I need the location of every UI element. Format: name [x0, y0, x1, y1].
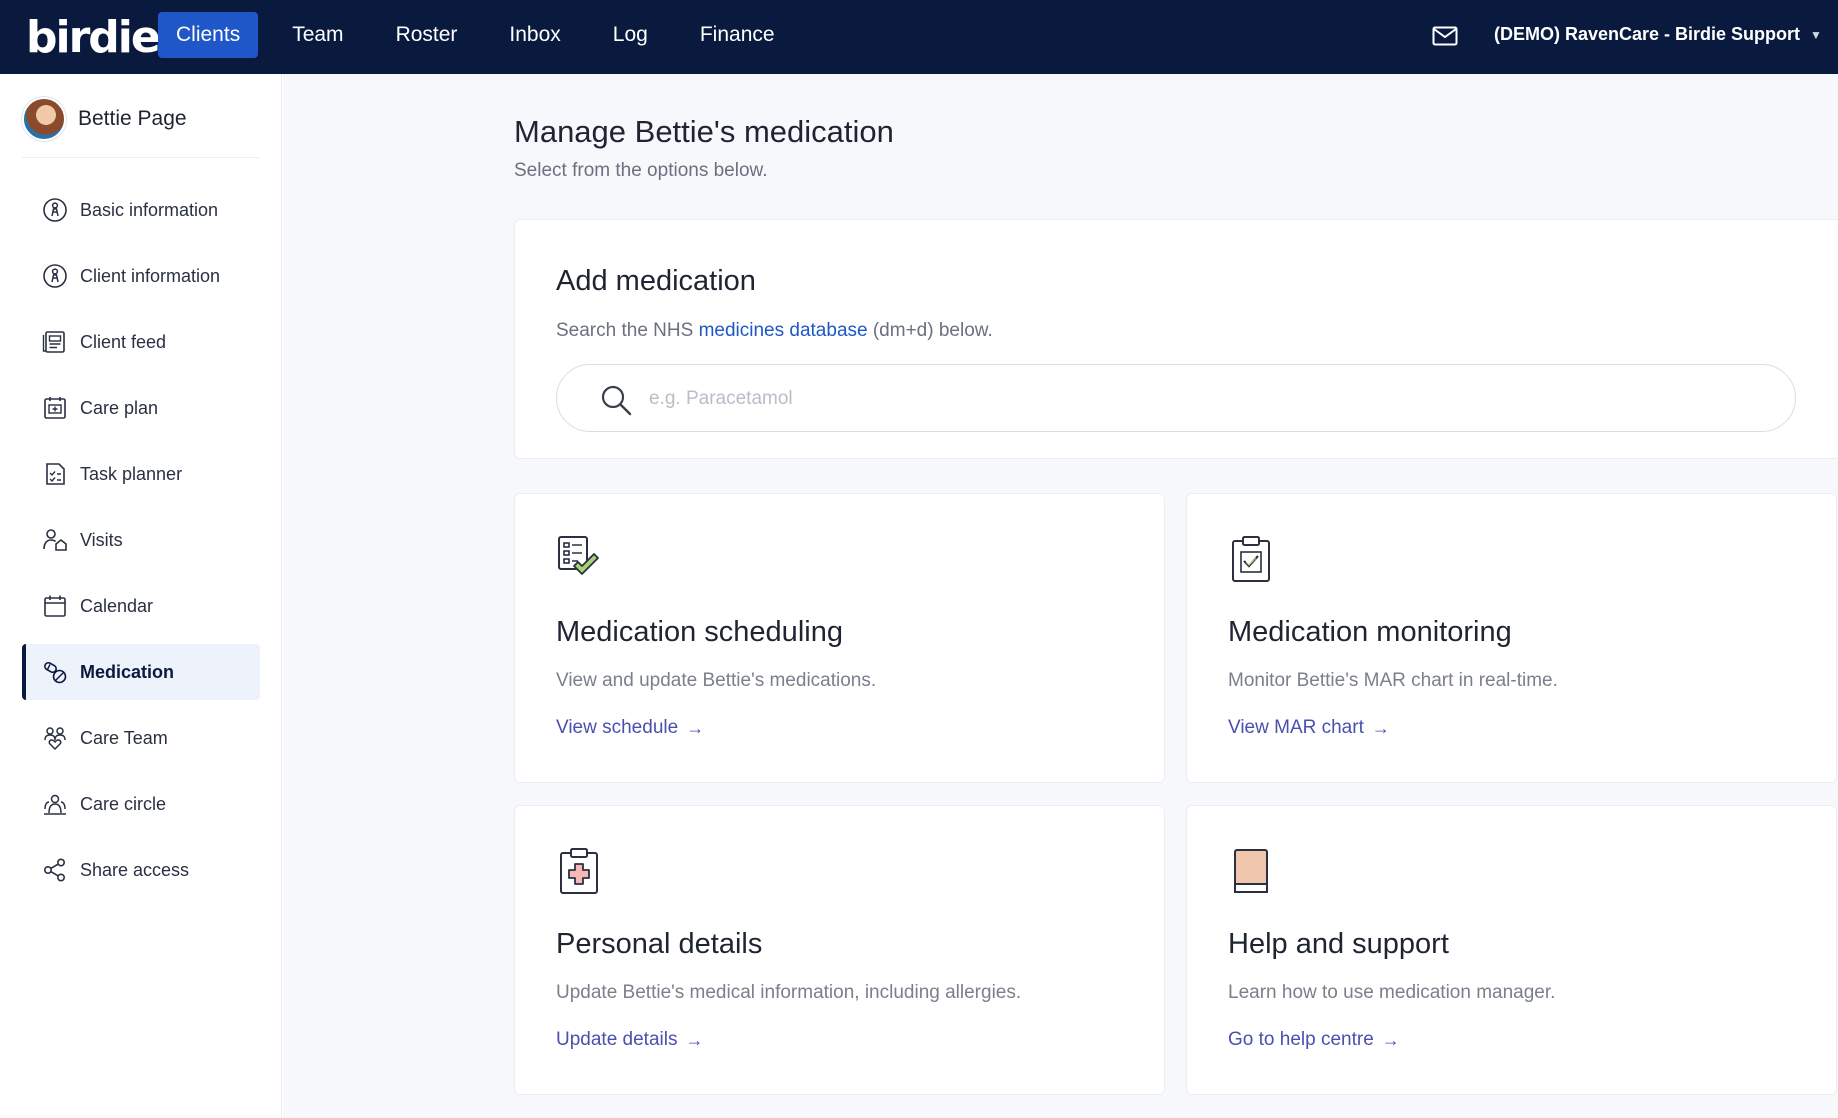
- help-centre-link[interactable]: Go to help centre →: [1228, 1029, 1400, 1051]
- update-details-link[interactable]: Update details →: [556, 1029, 703, 1051]
- view-schedule-link[interactable]: View schedule →: [556, 717, 704, 739]
- page-title: Manage Bettie's medication: [514, 114, 894, 149]
- sidebar-item-label: Medication: [80, 661, 175, 682]
- nav-clients[interactable]: Clients: [158, 12, 259, 58]
- main-content: Manage Bettie's medication Select from t…: [283, 74, 1838, 1118]
- sidebar-item-care-circle[interactable]: Care circle: [22, 776, 260, 832]
- medical-clipboard-icon: [560, 848, 598, 894]
- client-name: Bettie Page: [78, 106, 187, 130]
- view-mar-chart-link[interactable]: View MAR chart →: [1228, 717, 1390, 739]
- sidebar-item-visits[interactable]: Visits: [22, 512, 260, 568]
- tile-title: Medication monitoring: [1228, 616, 1512, 648]
- tile-description: View and update Bettie's medications.: [556, 670, 877, 691]
- top-navigation-bar: birdie Clients Team Roster Inbox Log Fin…: [0, 0, 1838, 74]
- client-header[interactable]: Bettie Page: [22, 94, 260, 158]
- birdie-logo[interactable]: birdie: [26, 12, 161, 63]
- nav-log[interactable]: Log: [595, 12, 666, 58]
- account-switcher[interactable]: (DEMO) RavenCare - Birdie Support ▼: [1494, 24, 1822, 45]
- clipboard-check-icon: [1232, 536, 1270, 582]
- sidebar-item-share-access[interactable]: Share access: [22, 842, 260, 898]
- medication-search-input[interactable]: [649, 379, 1749, 419]
- care-team-icon: [44, 727, 66, 751]
- client-sidebar: Bettie Page Basic information Client inf…: [0, 74, 282, 1118]
- person-circle-icon: [43, 264, 67, 288]
- description-text: Search the NHS: [556, 320, 699, 341]
- sidebar-item-client-information[interactable]: Client information: [22, 248, 260, 304]
- medication-monitoring-card: Medication monitoring Monitor Bettie's M…: [1186, 493, 1837, 783]
- sidebar-item-label: Task planner: [80, 463, 183, 484]
- book-icon: [1234, 849, 1268, 893]
- sidebar-item-label: Care circle: [80, 793, 167, 814]
- care-plan-icon: [44, 397, 66, 419]
- arrow-right-icon: →: [1371, 717, 1390, 738]
- care-circle-icon: [44, 794, 66, 815]
- arrow-right-icon: →: [686, 717, 705, 738]
- sidebar-item-label: Care Team: [80, 727, 168, 748]
- account-label: (DEMO) RavenCare - Birdie Support: [1494, 24, 1801, 44]
- page-subtitle: Select from the options below.: [514, 160, 768, 181]
- chevron-down-icon: ▼: [1810, 27, 1822, 42]
- tile-title: Help and support: [1228, 928, 1449, 960]
- sidebar-item-task-planner[interactable]: Task planner: [22, 446, 260, 502]
- task-planner-icon: [46, 463, 65, 485]
- link-label: Update details: [556, 1029, 678, 1050]
- nav-roster[interactable]: Roster: [378, 12, 476, 58]
- help-and-support-card: Help and support Learn how to use medica…: [1186, 805, 1837, 1095]
- sidebar-item-care-team[interactable]: Care Team: [22, 710, 260, 766]
- add-medication-description: Search the NHS medicines database (dm+d)…: [556, 320, 993, 342]
- sidebar-item-client-feed[interactable]: Client feed: [22, 314, 260, 370]
- sidebar-menu: Basic information Client information Cli…: [22, 182, 260, 908]
- pill-icon: [44, 661, 67, 684]
- link-label: View schedule: [556, 717, 679, 738]
- personal-details-card: Personal details Update Bettie's medical…: [514, 805, 1165, 1095]
- tile-description: Monitor Bettie's MAR chart in real-time.: [1228, 670, 1558, 691]
- tile-description: Update Bettie's medical information, inc…: [556, 982, 1022, 1003]
- tile-title: Personal details: [556, 928, 763, 960]
- calendar-icon: [44, 595, 66, 617]
- add-medication-title: Add medication: [556, 265, 756, 297]
- share-icon: [43, 858, 66, 882]
- sidebar-item-label: Client information: [80, 265, 221, 286]
- sidebar-item-basic-information[interactable]: Basic information: [22, 182, 260, 238]
- schedule-checklist-icon: [558, 536, 599, 575]
- medication-scheduling-card: Medication scheduling View and update Be…: [514, 493, 1165, 783]
- sidebar-item-label: Visits: [80, 529, 123, 550]
- sidebar-item-label: Calendar: [80, 595, 154, 616]
- nav-team[interactable]: Team: [274, 12, 361, 58]
- person-circle-icon: [43, 198, 67, 222]
- sidebar-item-label: Share access: [80, 859, 190, 880]
- link-label: View MAR chart: [1228, 717, 1364, 738]
- sidebar-item-care-plan[interactable]: Care plan: [22, 380, 260, 436]
- medicines-database-link[interactable]: medicines database: [699, 320, 868, 341]
- main-nav: Clients Team Roster Inbox Log Finance: [158, 12, 809, 58]
- link-label: Go to help centre: [1228, 1029, 1374, 1050]
- add-medication-card: Add medication Search the NHS medicines …: [514, 219, 1838, 459]
- tile-description: Learn how to use medication manager.: [1228, 982, 1556, 1003]
- visits-icon: [43, 529, 67, 551]
- feed-icon: [42, 331, 65, 353]
- search-icon: [601, 385, 632, 416]
- sidebar-item-calendar[interactable]: Calendar: [22, 578, 260, 634]
- sidebar-item-label: Care plan: [80, 397, 159, 418]
- medication-search-box[interactable]: [556, 364, 1796, 432]
- sidebar-item-medication[interactable]: Medication: [22, 644, 260, 700]
- arrow-right-icon: →: [685, 1029, 704, 1050]
- sidebar-item-label: Basic information: [80, 199, 219, 220]
- nav-finance[interactable]: Finance: [682, 12, 793, 58]
- description-text: (dm+d) below.: [867, 320, 993, 341]
- sidebar-item-label: Client feed: [80, 331, 167, 352]
- mail-icon[interactable]: [1432, 25, 1458, 47]
- tile-title: Medication scheduling: [556, 616, 843, 648]
- nav-inbox[interactable]: Inbox: [491, 12, 578, 58]
- arrow-right-icon: →: [1381, 1029, 1400, 1050]
- avatar: [22, 96, 66, 141]
